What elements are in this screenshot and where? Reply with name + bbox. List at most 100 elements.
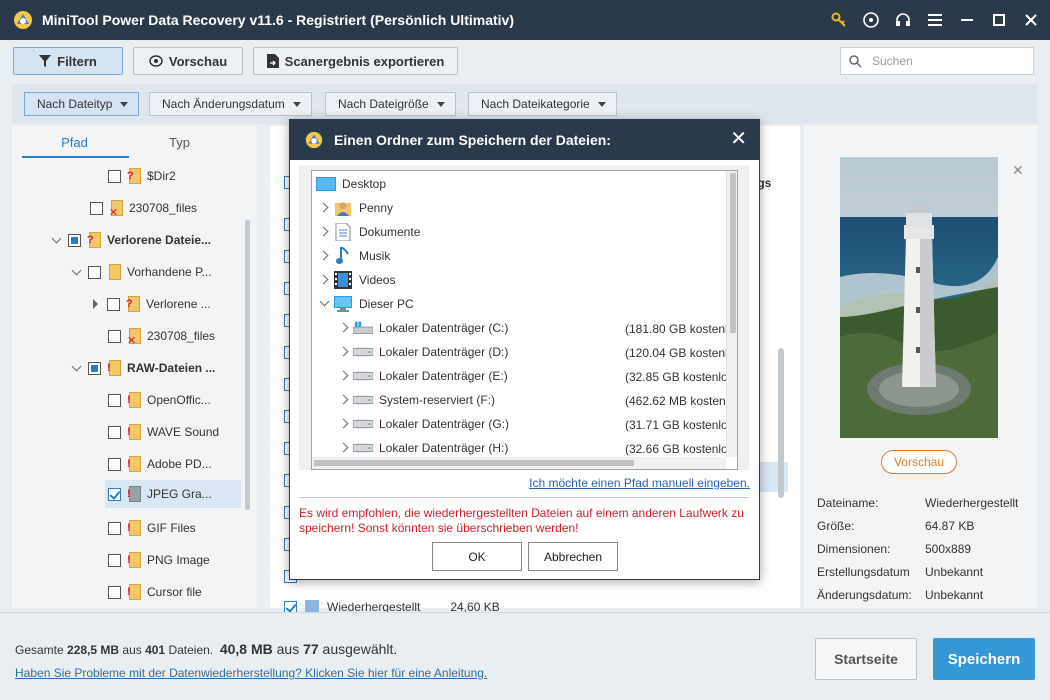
search-icon	[849, 54, 862, 68]
close-icon[interactable]	[1022, 11, 1040, 29]
overwrite-warning: Es wird empfohlen, die wiederhergestellt…	[299, 506, 744, 535]
list-scrollbar[interactable]	[778, 348, 784, 498]
file-properties: Dateiname: Wiederhergestellt Größe: 64.87 …	[817, 496, 1032, 611]
preview-image	[840, 157, 998, 438]
search-box[interactable]	[840, 47, 1034, 75]
computer-icon	[333, 294, 353, 314]
folder-item-penny[interactable]: Penny	[315, 196, 393, 220]
tree-item[interactable]: ! PNG Image	[108, 546, 210, 574]
chevron-down-icon[interactable]	[52, 237, 62, 243]
filter-bar: Nach Dateityp Nach Änderungsdatum Nach D…	[12, 84, 1038, 124]
checkbox[interactable]	[108, 521, 121, 535]
filter-button[interactable]: Filtern	[13, 47, 123, 75]
desktop-icon	[316, 174, 336, 194]
drive-item-g[interactable]: Lokaler Datenträger (G:)	[335, 412, 509, 436]
tab-path[interactable]: Pfad	[22, 132, 127, 158]
checkbox[interactable]	[108, 329, 121, 343]
checkbox[interactable]	[108, 169, 121, 183]
tree-item[interactable]: ! Cursor file	[108, 578, 202, 606]
checkbox[interactable]	[108, 487, 121, 501]
chevron-right-icon[interactable]	[335, 412, 353, 436]
drive-item-e[interactable]: Lokaler Datenträger (E:)	[335, 364, 508, 388]
tree-item[interactable]: ? Verlorene Dateie...	[52, 226, 211, 254]
export-scan-button[interactable]: Scanergebnis exportieren	[253, 47, 458, 75]
chevron-right-icon[interactable]	[315, 220, 333, 244]
checkbox[interactable]	[108, 585, 121, 599]
minimize-icon[interactable]	[958, 11, 976, 29]
ok-button[interactable]: OK	[432, 542, 522, 571]
folder-item-this-pc[interactable]: Dieser PC	[315, 292, 414, 316]
filter-by-size-dropdown[interactable]: Nach Dateigröße	[325, 92, 456, 116]
key-icon[interactable]	[830, 11, 848, 29]
help-link[interactable]: Haben Sie Probleme mit der Datenwiederhe…	[15, 666, 487, 680]
filter-by-type-dropdown[interactable]: Nach Dateityp	[24, 92, 140, 116]
property-key: Erstellungsdatum	[817, 565, 910, 579]
chevron-right-icon[interactable]	[93, 299, 98, 309]
title-bar: MiniTool Power Data Recovery v11.6 - Reg…	[0, 0, 1050, 40]
drive-label: Lokaler Datenträger (G:)	[379, 417, 510, 431]
tree-item[interactable]: ! Adobe PD...	[108, 450, 212, 478]
folder-tree-horizontal-scrollbar[interactable]	[312, 457, 726, 469]
tree-item[interactable]: ! WAVE Sound	[108, 418, 219, 446]
tree-item-selected[interactable]: ! JPEG Gra...	[105, 480, 241, 508]
drive-icon	[353, 342, 373, 362]
checkbox[interactable]	[107, 297, 120, 311]
save-button[interactable]: Speichern	[933, 638, 1035, 680]
chevron-down-icon[interactable]	[72, 269, 82, 275]
filter-by-date-dropdown[interactable]: Nach Änderungsdatum	[149, 92, 312, 116]
export-icon	[266, 54, 279, 68]
left-panel: Pfad Typ ? $Dir2 ✕ 230708_files ? Verlor…	[12, 126, 257, 608]
tree-item[interactable]: ? Verlorene ...	[90, 290, 211, 318]
chevron-right-icon[interactable]	[315, 196, 333, 220]
cancel-button[interactable]: Abbrechen	[528, 542, 618, 571]
menu-icon[interactable]	[926, 11, 944, 29]
home-button[interactable]: Startseite	[815, 638, 917, 680]
chevron-down-icon[interactable]	[72, 365, 82, 371]
chevron-right-icon[interactable]	[335, 340, 353, 364]
chevron-right-icon[interactable]	[335, 364, 353, 388]
close-preview-icon[interactable]: ✕	[1012, 162, 1024, 179]
chevron-right-icon[interactable]	[315, 268, 333, 292]
checkbox[interactable]	[90, 201, 103, 215]
headset-icon[interactable]	[894, 11, 912, 29]
tree-item[interactable]: ? $Dir2	[108, 162, 176, 190]
checkbox[interactable]	[68, 233, 81, 247]
folder-item-desktop[interactable]: Desktop	[316, 172, 386, 196]
drive-item-d[interactable]: Lokaler Datenträger (D:)	[335, 340, 508, 364]
disc-icon[interactable]	[862, 11, 880, 29]
folder-item-music[interactable]: Musik	[315, 244, 390, 268]
chevron-right-icon[interactable]	[335, 388, 353, 412]
dialog-close-icon[interactable]: ✕	[730, 129, 747, 149]
folder-item-videos[interactable]: Videos	[315, 268, 395, 292]
tree-item[interactable]: ✕ 230708_files	[90, 194, 197, 222]
checkbox[interactable]	[108, 457, 121, 471]
tree-item[interactable]: ✕ 230708_files	[108, 322, 215, 350]
chevron-right-icon[interactable]	[315, 244, 333, 268]
dialog-title-bar: Einen Ordner zum Speichern der Dateien: …	[290, 120, 759, 160]
checkbox[interactable]	[88, 361, 101, 375]
tree-item[interactable]: Vorhandene P...	[72, 258, 212, 286]
checkbox[interactable]	[108, 553, 121, 567]
chevron-right-icon[interactable]	[335, 316, 353, 340]
folder-item-documents[interactable]: Dokumente	[315, 220, 420, 244]
left-scrollbar[interactable]	[245, 220, 250, 510]
checkbox[interactable]	[108, 425, 121, 439]
checkbox[interactable]	[108, 393, 121, 407]
drive-item-c[interactable]: Lokaler Datenträger (C:)	[335, 316, 508, 340]
tree-item[interactable]: ! GIF Files	[108, 514, 196, 542]
chevron-down-icon[interactable]	[315, 292, 333, 316]
preview-button[interactable]: Vorschau	[133, 47, 243, 75]
drive-icon	[353, 438, 373, 458]
folder-tree-vertical-scrollbar[interactable]	[726, 171, 737, 457]
checkbox[interactable]	[88, 265, 101, 279]
search-input[interactable]	[872, 54, 1022, 68]
raw-folder-icon: !	[127, 486, 141, 502]
tree-item[interactable]: ! RAW-Dateien ...	[72, 354, 215, 382]
tree-item[interactable]: ! OpenOffic...	[108, 386, 211, 414]
drive-item-f[interactable]: System-reserviert (F:)	[335, 388, 495, 412]
preview-file-button[interactable]: Vorschau	[881, 450, 957, 474]
manual-path-link[interactable]: Ich möchte einen Pfad manuell eingeben.	[529, 476, 750, 490]
filter-by-category-dropdown[interactable]: Nach Dateikategorie	[468, 92, 617, 116]
maximize-icon[interactable]	[990, 11, 1008, 29]
tab-type[interactable]: Typ	[127, 132, 232, 158]
